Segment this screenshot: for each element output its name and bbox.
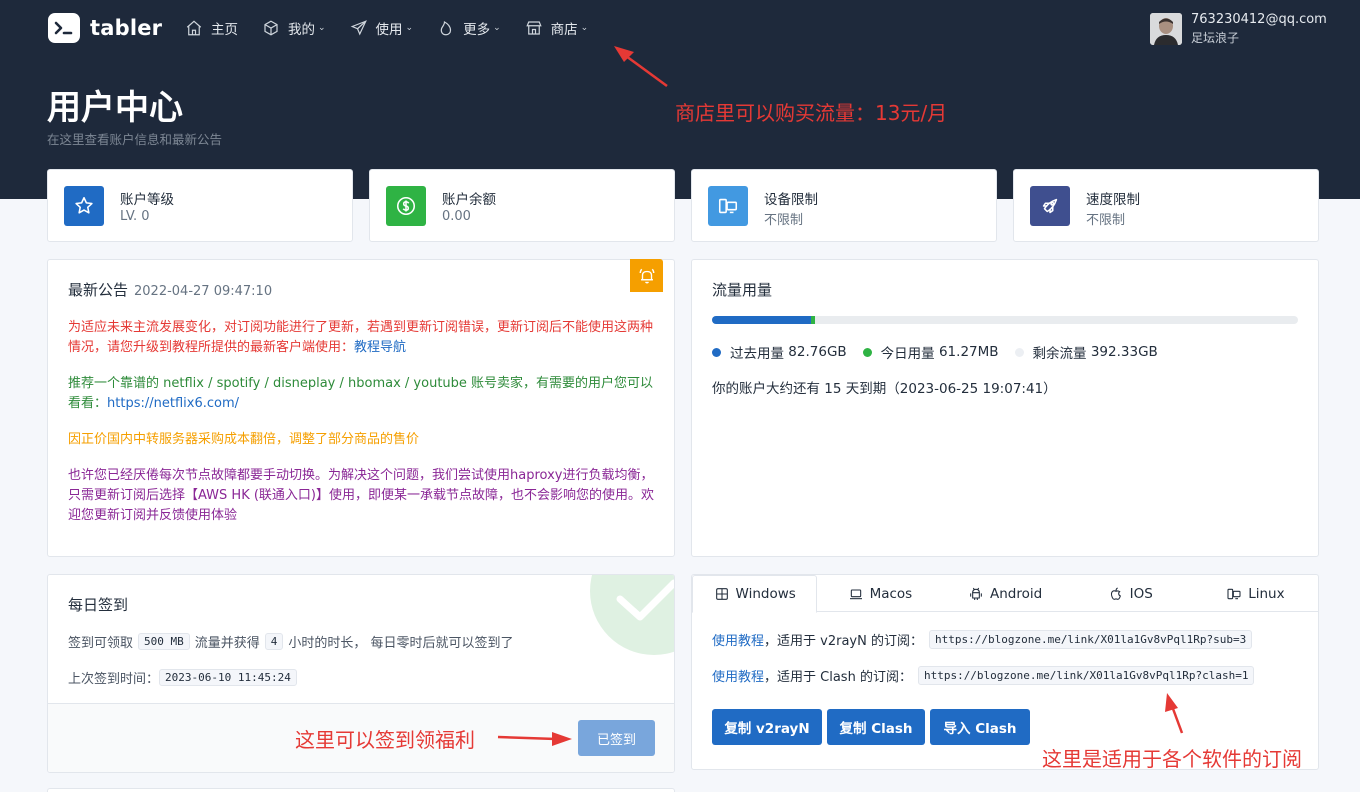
annotation-checkin: 这里可以签到领福利 <box>295 728 475 752</box>
annotation-subscribe: 这里是适用于各个软件的订阅 <box>1042 747 1302 771</box>
annotation-store: 商店里可以购买流量：13元/月 <box>675 101 948 125</box>
